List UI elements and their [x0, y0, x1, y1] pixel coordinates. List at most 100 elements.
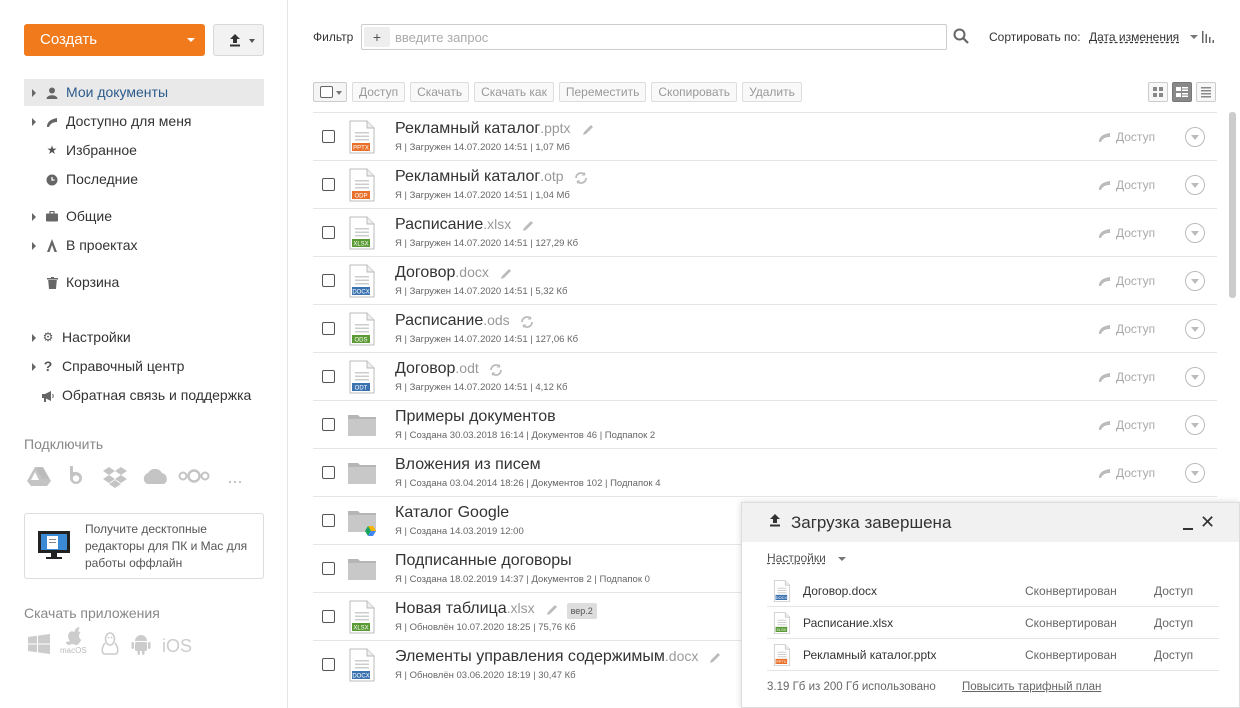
table-row[interactable]: ODP Рекламный каталог.otp Я | Загружен 14.… — [313, 160, 1217, 208]
box-icon[interactable] — [64, 466, 90, 488]
pencil-icon[interactable] — [708, 651, 722, 665]
file-title[interactable]: Договор.docx — [395, 264, 489, 282]
pencil-icon[interactable] — [545, 603, 559, 617]
sidebar-item-my-documents[interactable]: Мои документы — [24, 79, 264, 106]
row-menu-icon[interactable] — [1185, 175, 1205, 195]
expand-arrow-icon[interactable] — [32, 213, 36, 221]
file-title[interactable]: Примеры документов — [395, 408, 556, 426]
sidebar-item-help[interactable]: ? Справочный центр — [24, 353, 264, 380]
share-link[interactable]: Доступ — [1098, 418, 1155, 432]
share-button[interactable]: Доступ — [352, 82, 406, 102]
file-title[interactable]: Расписание.xlsx — [395, 216, 511, 234]
row-view-button[interactable] — [1172, 82, 1192, 102]
apple-icon[interactable]: macOS — [60, 626, 90, 661]
file-title[interactable]: Каталог Google — [395, 504, 509, 522]
sidebar-item-feedback[interactable]: Обратная связь и поддержка — [24, 382, 264, 409]
row-menu-icon[interactable] — [1185, 127, 1205, 147]
row-menu-icon[interactable] — [1185, 319, 1205, 339]
onedrive-icon[interactable] — [140, 466, 167, 488]
pencil-icon[interactable] — [521, 219, 535, 233]
file-title[interactable]: Рекламный каталог.otp — [395, 168, 564, 186]
row-checkbox[interactable] — [322, 226, 335, 239]
file-title[interactable]: Элементы управления содержимым.docx — [395, 648, 698, 666]
dropbox-icon[interactable] — [102, 466, 128, 488]
row-checkbox[interactable] — [322, 610, 335, 623]
create-button[interactable]: Создать — [24, 24, 205, 56]
file-title[interactable]: Вложения из писем — [395, 456, 541, 474]
copy-button[interactable]: Скопировать — [651, 82, 738, 102]
row-checkbox[interactable] — [322, 370, 335, 383]
table-row[interactable]: PPTX Рекламный каталог.pptx Я | Загружен 1… — [313, 112, 1217, 160]
expand-arrow-icon[interactable] — [32, 242, 36, 250]
upgrade-plan-link[interactable]: Повысить тарифный план — [962, 681, 1101, 693]
download-as-button[interactable]: Скачать как — [474, 82, 554, 102]
row-checkbox[interactable] — [322, 514, 335, 527]
sidebar-item-settings[interactable]: ⚙ Настройки — [24, 324, 264, 351]
convert-icon[interactable] — [574, 171, 588, 185]
row-checkbox[interactable] — [322, 178, 335, 191]
expand-arrow-icon[interactable] — [32, 334, 36, 342]
convert-icon[interactable] — [520, 315, 534, 329]
sidebar-item-shared-with-me[interactable]: Доступно для меня — [24, 108, 264, 135]
upload-share-link[interactable]: Доступ — [1154, 584, 1193, 598]
sort-direction-icon[interactable] — [1202, 31, 1214, 43]
search-input[interactable] — [395, 28, 935, 46]
sidebar-item-recent[interactable]: Последние — [24, 166, 264, 193]
file-title[interactable]: Расписание.ods — [395, 312, 510, 330]
table-row[interactable]: Примеры документов Я | Создана 30.03.2018… — [313, 400, 1217, 448]
nextcloud-icon[interactable] — [178, 466, 210, 488]
file-title[interactable]: Новая таблица.xlsx — [395, 600, 535, 618]
table-row[interactable]: ODS Расписание.ods Я | Загружен 14.07.2020… — [313, 304, 1217, 352]
row-checkbox[interactable] — [322, 274, 335, 287]
row-checkbox[interactable] — [322, 466, 335, 479]
ios-label[interactable]: iOS — [162, 636, 192, 657]
version-badge[interactable]: вер.2 — [566, 603, 597, 619]
download-button[interactable]: Скачать — [410, 82, 470, 102]
sidebar-item-favorites[interactable]: ★ Избранное — [24, 137, 264, 164]
share-link[interactable]: Доступ — [1098, 130, 1155, 144]
upload-file-name[interactable]: Расписание.xlsx — [803, 616, 893, 630]
scrollbar[interactable] — [1229, 112, 1236, 298]
upload-share-link[interactable]: Доступ — [1154, 616, 1193, 630]
file-title[interactable]: Договор.odt — [395, 360, 479, 378]
upload-file-name[interactable]: Договор.docx — [803, 584, 877, 598]
row-checkbox[interactable] — [322, 418, 335, 431]
share-link[interactable]: Доступ — [1098, 466, 1155, 480]
linux-icon[interactable] — [100, 632, 120, 661]
row-menu-icon[interactable] — [1185, 415, 1205, 435]
sidebar-item-projects[interactable]: В проектах — [24, 232, 264, 259]
sidebar-item-common[interactable]: Общие — [24, 203, 264, 230]
upload-button[interactable] — [213, 24, 264, 56]
upload-share-link[interactable]: Доступ — [1154, 648, 1193, 662]
windows-icon[interactable] — [28, 634, 50, 659]
file-title[interactable]: Подписанные договоры — [395, 552, 572, 570]
minimize-icon[interactable] — [1182, 515, 1194, 531]
row-menu-icon[interactable] — [1185, 463, 1205, 483]
table-row[interactable]: ODT Договор.odt Я | Загружен 14.07.2020 14… — [313, 352, 1217, 400]
upload-file-name[interactable]: Рекламный каталог.pptx — [803, 648, 936, 662]
row-menu-icon[interactable] — [1185, 223, 1205, 243]
row-menu-icon[interactable] — [1185, 367, 1205, 387]
share-link[interactable]: Доступ — [1098, 274, 1155, 288]
search-icon[interactable] — [953, 28, 969, 44]
chevron-down-icon[interactable] — [1190, 35, 1198, 39]
tile-view-button[interactable] — [1148, 82, 1168, 102]
share-link[interactable]: Доступ — [1098, 322, 1155, 336]
select-all-dropdown[interactable] — [313, 82, 347, 102]
more-icon[interactable]: ... — [222, 466, 248, 488]
list-view-button[interactable] — [1196, 82, 1216, 102]
sidebar-item-trash[interactable]: Корзина — [24, 269, 264, 296]
row-checkbox[interactable] — [322, 130, 335, 143]
table-row[interactable]: Вложения из писем Я | Создана 03.04.2014 … — [313, 448, 1217, 496]
share-link[interactable]: Доступ — [1098, 226, 1155, 240]
share-link[interactable]: Доступ — [1098, 178, 1155, 192]
select-all-checkbox[interactable] — [320, 86, 333, 98]
file-title[interactable]: Рекламный каталог.pptx — [395, 120, 571, 138]
sort-field-dropdown[interactable]: Дата изменения — [1089, 30, 1179, 44]
expand-arrow-icon[interactable] — [32, 118, 36, 126]
add-filter-button[interactable]: + — [364, 27, 390, 47]
convert-icon[interactable] — [489, 363, 503, 377]
android-icon[interactable] — [130, 633, 152, 660]
chevron-down-icon[interactable] — [838, 557, 846, 561]
move-button[interactable]: Переместить — [558, 82, 647, 102]
